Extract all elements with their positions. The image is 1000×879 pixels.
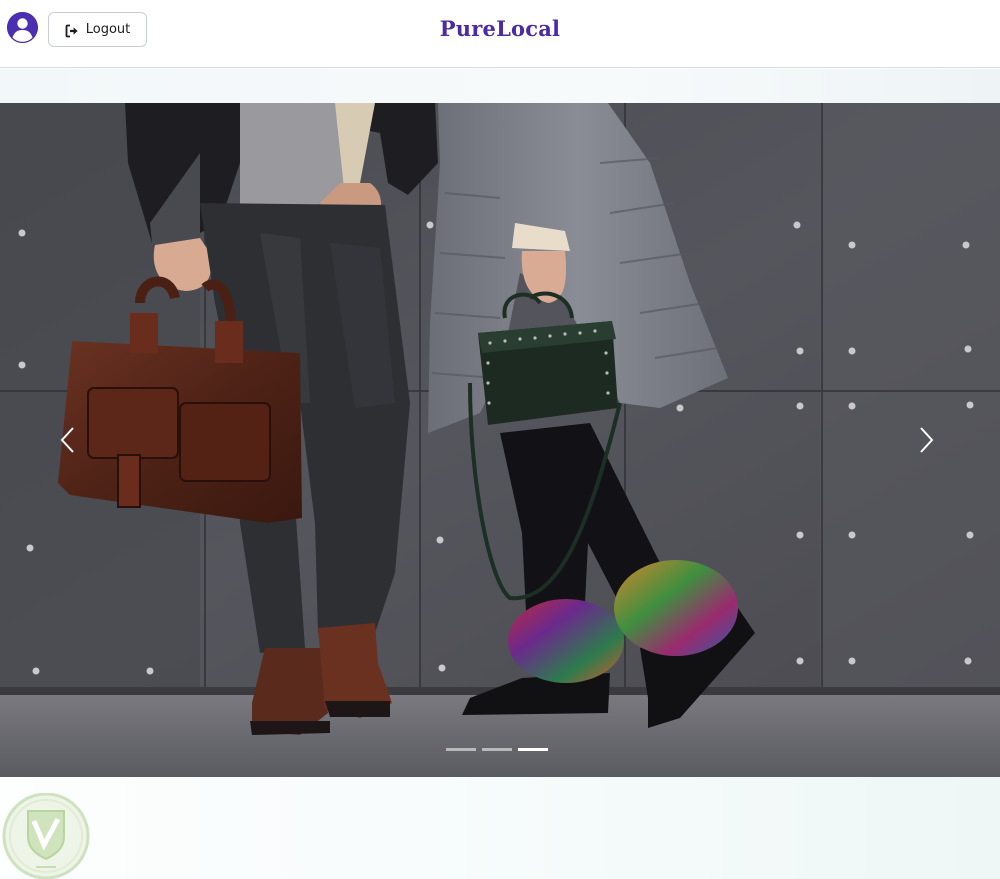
carousel-next-chevron-right-icon[interactable]	[914, 425, 938, 455]
hero-carousel	[0, 103, 1000, 777]
header-spacer-band	[0, 69, 1000, 103]
carousel-indicators	[446, 748, 548, 751]
carousel-indicator-active[interactable]	[518, 748, 548, 751]
brand-logo-text[interactable]: PureLocal	[0, 16, 1000, 41]
page-content-area	[0, 777, 1000, 879]
carousel-indicator[interactable]	[482, 748, 512, 751]
watermark-shield-logo-icon	[2, 793, 90, 879]
top-navbar: Logout PureLocal	[0, 0, 1000, 68]
carousel-prev-chevron-left-icon[interactable]	[56, 425, 80, 455]
carousel-slide-image	[0, 103, 1000, 777]
carousel-indicator[interactable]	[446, 748, 476, 751]
